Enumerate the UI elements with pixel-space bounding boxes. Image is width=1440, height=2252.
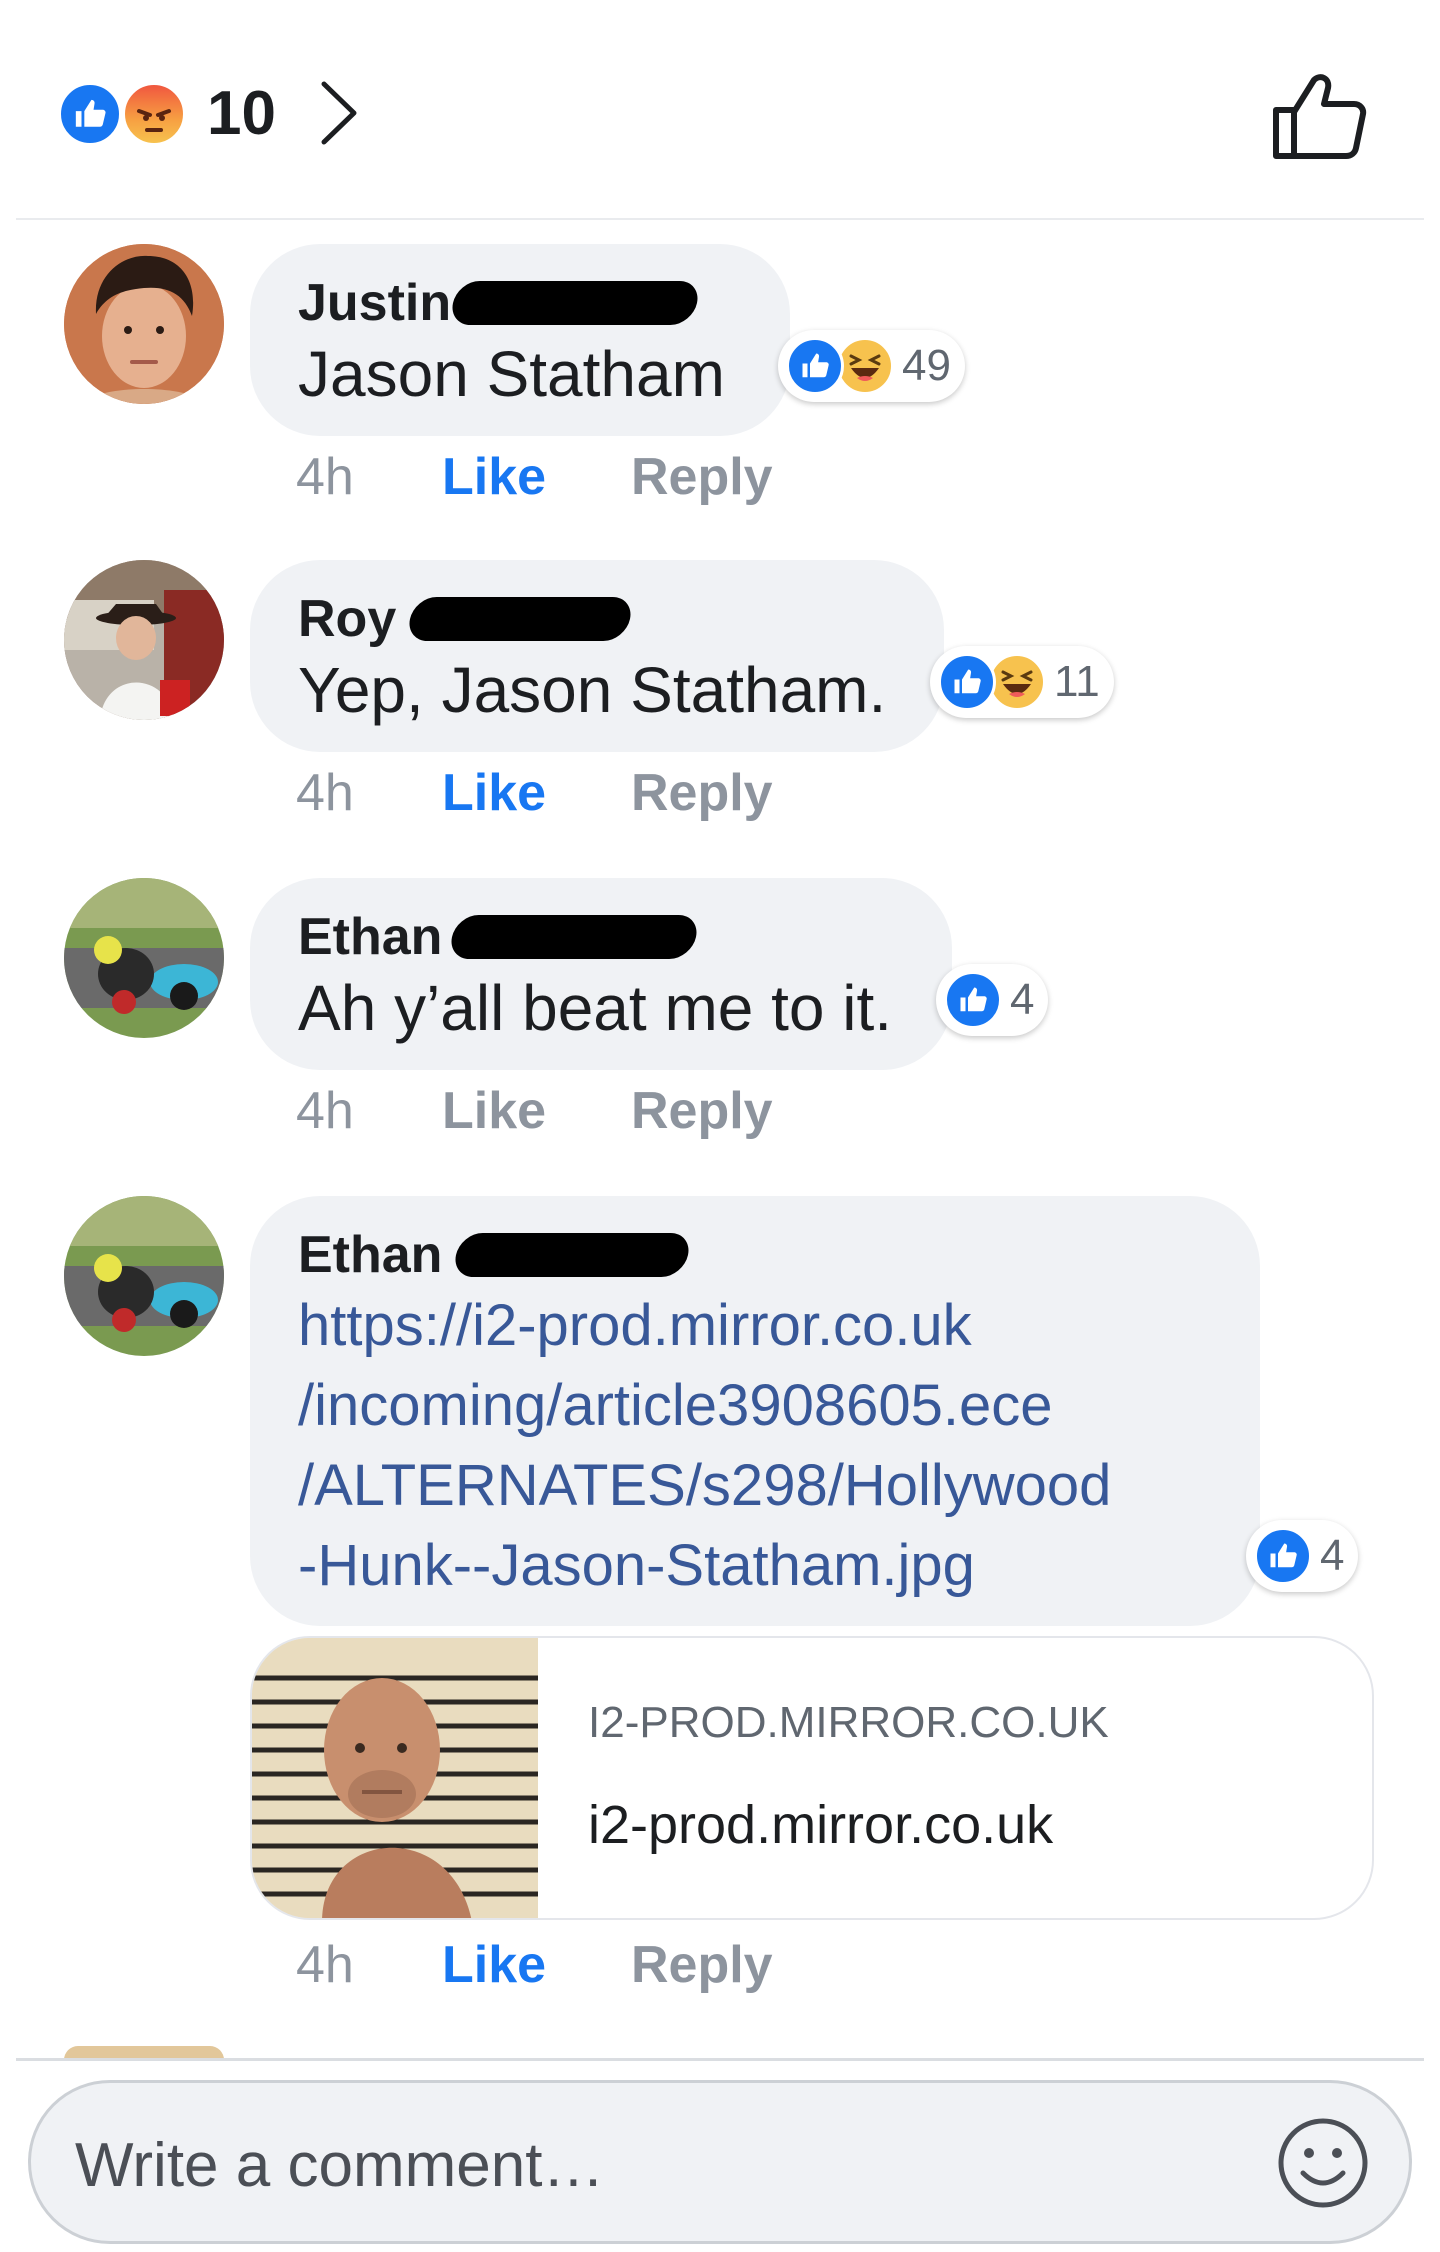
reaction-count: 11 — [1054, 657, 1100, 706]
redaction-mark — [451, 1233, 694, 1277]
link-line: -Hunk--Jason-Statham.jpg — [298, 1533, 975, 1598]
comment-reactions[interactable]: 11 — [930, 646, 1114, 718]
like-button[interactable]: Like — [442, 1081, 631, 1141]
comment-timestamp: 4h — [296, 1936, 354, 1994]
comment-text: Yep, Jason Statham. — [298, 654, 887, 726]
link-preview-card[interactable]: I2-PROD.MIRROR.CO.UK i2-prod.mirror.co.u… — [250, 1636, 1374, 1920]
comment-text: Jason Statham — [298, 338, 725, 410]
reaction-count: 4 — [1010, 975, 1035, 1024]
like-button[interactable]: Like — [442, 1935, 631, 1995]
like-icon — [938, 653, 996, 711]
reaction-count[interactable]: 10 — [207, 78, 276, 149]
comment-reactions[interactable]: 49 — [778, 330, 965, 402]
smiley-icon[interactable] — [1275, 2115, 1371, 2211]
haha-icon — [836, 337, 894, 395]
comment-actions: 4h Like Reply — [296, 442, 773, 512]
comment-bubble[interactable]: Roy Yep, Jason Statham. — [250, 560, 944, 752]
reply-button[interactable]: Reply — [631, 1081, 773, 1141]
link-preview-image — [252, 1638, 538, 1918]
link-line: /ALTERNATES/s298/Hollywood — [298, 1453, 1112, 1518]
comment-actions: 4h Like Reply — [296, 1930, 773, 2000]
comment-author-row: Roy — [298, 588, 896, 650]
comment-actions: 4h Like Reply — [296, 1076, 773, 1146]
reply-button[interactable]: Reply — [631, 1935, 773, 1995]
link-line: /incoming/article3908605.ece — [298, 1373, 1053, 1438]
comment-input[interactable] — [75, 2123, 1175, 2207]
redaction-mark — [405, 597, 635, 641]
comment-reactions[interactable]: 4 — [936, 964, 1049, 1036]
avatar[interactable] — [64, 878, 224, 1038]
comment-reactions[interactable]: 4 — [1246, 1520, 1359, 1592]
chevron-right-icon[interactable] — [316, 78, 362, 148]
comment-author[interactable]: Roy — [298, 588, 396, 650]
comment-author-row: Ethan — [298, 1224, 1212, 1286]
angry-icon — [122, 82, 186, 146]
like-icon — [786, 337, 844, 395]
comment-author[interactable]: Ethan — [298, 1224, 442, 1286]
header-divider — [16, 218, 1424, 220]
reaction-count: 49 — [902, 341, 951, 390]
like-button[interactable]: Like — [442, 447, 631, 507]
comment-timestamp: 4h — [296, 764, 354, 822]
comment-author-row: Ethan — [298, 906, 904, 968]
comment-bubble[interactable]: Ethan Ah y’all beat me to it. — [250, 878, 952, 1070]
reply-button[interactable]: Reply — [631, 447, 773, 507]
avatar[interactable] — [64, 244, 224, 404]
reactions-header: 10 — [0, 0, 1440, 220]
link-preview-source: I2-PROD.MIRROR.CO.UK — [588, 1698, 1109, 1747]
reaction-count: 4 — [1320, 1531, 1345, 1580]
comment-composer[interactable] — [28, 2080, 1412, 2244]
comment-timestamp: 4h — [296, 1082, 354, 1140]
avatar[interactable] — [64, 560, 224, 720]
haha-icon — [988, 653, 1046, 711]
comment-author[interactable]: Ethan — [298, 906, 442, 968]
redaction-mark — [448, 281, 702, 325]
comment-text: Ah y’all beat me to it. — [298, 972, 893, 1044]
comment-actions: 4h Like Reply — [296, 758, 773, 828]
comment-author[interactable]: Justin — [298, 272, 451, 334]
reply-button[interactable]: Reply — [631, 763, 773, 823]
avatar[interactable] — [64, 1196, 224, 1356]
like-outline-icon[interactable] — [1270, 70, 1370, 162]
comment-bubble[interactable]: Ethan https://i2-prod.mirror.co.uk /inco… — [250, 1196, 1260, 1626]
comment-link[interactable]: https://i2-prod.mirror.co.uk /incoming/a… — [298, 1286, 1212, 1606]
like-icon — [944, 971, 1002, 1029]
link-preview-title: i2-prod.mirror.co.uk — [588, 1795, 1054, 1855]
comment-author-row: Justin — [298, 272, 742, 334]
like-icon — [1254, 1527, 1312, 1585]
composer-divider — [16, 2058, 1424, 2061]
comment-timestamp: 4h — [296, 448, 354, 506]
like-icon — [58, 82, 122, 146]
redaction-mark — [447, 915, 702, 959]
comment-bubble[interactable]: Justin Jason Statham — [250, 244, 790, 436]
link-line: https://i2-prod.mirror.co.uk — [298, 1293, 972, 1358]
like-button[interactable]: Like — [442, 763, 631, 823]
